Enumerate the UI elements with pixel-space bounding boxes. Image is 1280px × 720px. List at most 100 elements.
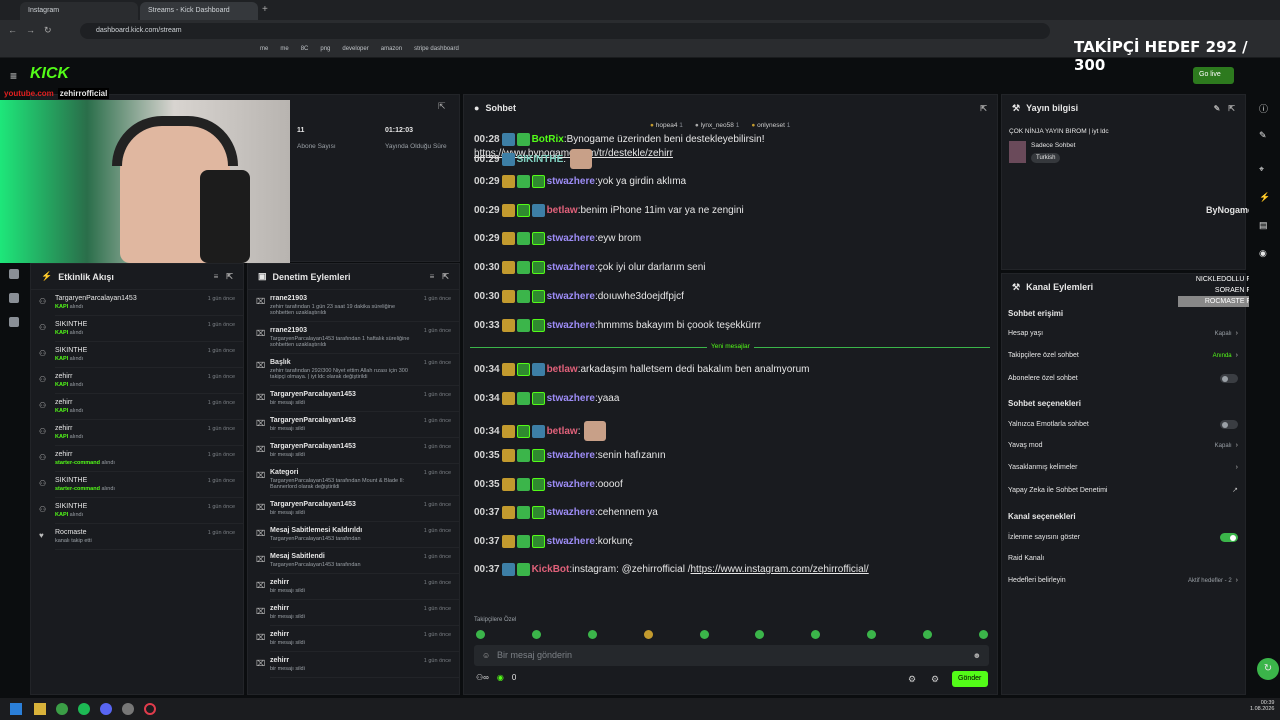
opera-icon[interactable] bbox=[144, 703, 156, 715]
message-user[interactable]: BotRix bbox=[532, 134, 564, 145]
message-user[interactable]: stwazhere bbox=[547, 291, 595, 302]
setting-control[interactable]: Anında › bbox=[1213, 352, 1238, 359]
discord-icon[interactable] bbox=[100, 703, 112, 715]
setting-control[interactable] bbox=[1220, 533, 1238, 542]
bookmark[interactable]: stripe dashboard bbox=[414, 46, 459, 52]
message-user[interactable]: KickBot bbox=[532, 564, 570, 575]
obs-icon[interactable] bbox=[122, 703, 134, 715]
pinned-user[interactable]: ● onlyneset 1 bbox=[751, 122, 790, 129]
users-icon[interactable] bbox=[9, 290, 19, 308]
pinned-user[interactable]: ● lynx_neo58 1 bbox=[695, 122, 739, 129]
emote-icon[interactable] bbox=[923, 630, 932, 639]
setting-control[interactable]: › bbox=[1232, 464, 1238, 471]
popout-icon[interactable]: ⇱ bbox=[980, 104, 987, 113]
emote-icon[interactable] bbox=[587, 630, 597, 639]
bookmark[interactable]: 8C bbox=[301, 46, 309, 52]
smile-icon[interactable]: ☺ bbox=[482, 651, 490, 660]
setting-control[interactable]: Kapalı › bbox=[1215, 330, 1238, 337]
message-user[interactable]: stwazhere bbox=[547, 262, 595, 273]
edit-icon[interactable]: ✎ bbox=[1214, 104, 1221, 113]
setting-row[interactable]: Yapay Zeka ile Sohbet Denetimi ↗ bbox=[1008, 486, 1238, 495]
message-user[interactable]: stwazhere bbox=[547, 507, 595, 518]
emote-icon[interactable] bbox=[531, 630, 541, 639]
message-user[interactable]: SIKINTHE bbox=[517, 154, 564, 165]
message-user[interactable]: stwazhere bbox=[547, 450, 595, 461]
lightning-icon[interactable]: ⚡ bbox=[1259, 192, 1270, 203]
filter-icon[interactable]: ≡ bbox=[214, 272, 219, 281]
setting-row[interactable]: Yavaş mod Kapalı › bbox=[1008, 442, 1238, 449]
message-user[interactable]: stwazhere bbox=[547, 233, 595, 244]
message-user[interactable]: stwazhere bbox=[547, 320, 595, 331]
filter-icon[interactable]: ≡ bbox=[430, 272, 435, 281]
setting-row[interactable]: Yasaklanmış kelimeler › bbox=[1008, 464, 1238, 471]
url-input[interactable]: dashboard.kick.com/stream bbox=[80, 23, 1050, 39]
message-user[interactable]: betlaw bbox=[547, 205, 578, 216]
expand-icon[interactable]: ⇱ bbox=[1228, 104, 1235, 113]
message-user[interactable]: stwazhere bbox=[547, 479, 595, 490]
emote-icon[interactable] bbox=[978, 630, 988, 639]
setting-row[interactable]: Takipçilere özel sohbet Anında › bbox=[1008, 352, 1238, 359]
message-user[interactable]: stwazhere bbox=[547, 536, 595, 547]
document-icon[interactable]: ▤ bbox=[1259, 220, 1268, 231]
toggle-switch[interactable] bbox=[1220, 374, 1238, 383]
expand-icon[interactable]: ⇱ bbox=[442, 272, 449, 281]
emote-icon[interactable] bbox=[811, 630, 821, 639]
points-icon[interactable]: ◉ bbox=[497, 673, 504, 682]
emote-icon[interactable] bbox=[867, 630, 877, 639]
setting-row[interactable]: Hesap yaşı Kapalı › bbox=[1008, 330, 1238, 337]
message-user[interactable]: stwazhere bbox=[547, 176, 595, 187]
mod-settings-icon[interactable]: ⚙ bbox=[931, 674, 939, 685]
emote-icon[interactable] bbox=[643, 630, 653, 639]
chat-input[interactable]: Bir mesaj gönderin bbox=[497, 650, 572, 660]
bookmark[interactable]: me bbox=[260, 46, 268, 52]
bookmark[interactable]: developer bbox=[342, 46, 368, 52]
settings-icon[interactable]: ⚙ bbox=[908, 674, 916, 685]
kick-logo[interactable]: KICK bbox=[30, 65, 69, 83]
viewers-icon[interactable]: ⚇∞ bbox=[476, 673, 489, 682]
forward-icon[interactable]: → bbox=[26, 25, 35, 35]
setting-row[interactable]: Hedefleri belirleyin Aktif hedefler - 2 › bbox=[1008, 577, 1238, 584]
setting-control[interactable] bbox=[1220, 420, 1238, 429]
setting-control[interactable]: ↗ bbox=[1228, 486, 1238, 494]
wrench-icon[interactable] bbox=[9, 266, 19, 284]
emote-icon[interactable] bbox=[755, 630, 765, 639]
emoji-picker-icon[interactable]: ☻ bbox=[973, 651, 981, 660]
emote-icon[interactable] bbox=[699, 630, 709, 639]
new-tab-icon[interactable]: + bbox=[262, 4, 268, 15]
tab-instagram[interactable]: Instagram bbox=[20, 2, 138, 20]
reload-icon[interactable]: ↻ bbox=[44, 25, 52, 36]
setting-row[interactable]: Raid Kanalı bbox=[1008, 555, 1238, 562]
bookmark[interactable]: amazon bbox=[381, 46, 402, 52]
wrench-icon[interactable]: ✎ bbox=[1259, 130, 1267, 141]
message-user[interactable]: stwazhere bbox=[547, 393, 595, 404]
tab-kick-dashboard[interactable]: Streams - Kick Dashboard bbox=[140, 2, 258, 20]
setting-control[interactable]: Aktif hedefler - 2 › bbox=[1188, 577, 1238, 584]
setting-control[interactable]: Kapalı › bbox=[1215, 442, 1238, 449]
back-icon[interactable]: ← bbox=[8, 25, 17, 35]
expand-icon[interactable]: ⇱ bbox=[226, 272, 233, 281]
setting-control[interactable] bbox=[1220, 374, 1238, 383]
expand-icon[interactable]: ⇱ bbox=[438, 101, 446, 112]
setting-row[interactable]: Yalnızca Emotlarla sohbet bbox=[1008, 420, 1238, 429]
chrome-icon[interactable] bbox=[56, 703, 68, 715]
info-icon[interactable]: ⓘ bbox=[1259, 102, 1268, 115]
bookmark[interactable]: me bbox=[280, 46, 288, 52]
message-link[interactable]: https://www.instagram.com/zehirrofficial… bbox=[691, 564, 869, 575]
chart-icon[interactable] bbox=[9, 314, 19, 332]
menu-icon[interactable]: ≡ bbox=[10, 69, 17, 83]
help-fab[interactable]: ↻ bbox=[1257, 658, 1279, 680]
folder-icon[interactable] bbox=[34, 703, 46, 715]
chat-input-box[interactable]: ☺ Bir mesaj gönderin ☻ bbox=[474, 645, 989, 666]
chat-icon[interactable]: ◉ bbox=[1259, 248, 1267, 259]
message-user[interactable]: betlaw bbox=[547, 426, 578, 437]
pinned-user[interactable]: ● hopea4 1 bbox=[650, 122, 683, 129]
spotify-icon[interactable] bbox=[78, 703, 90, 715]
toggle-switch[interactable] bbox=[1220, 420, 1238, 429]
toggle-switch[interactable] bbox=[1220, 533, 1238, 542]
setting-row[interactable]: İzlenme sayısını göster bbox=[1008, 533, 1238, 542]
crosshair-icon[interactable]: ⌖ bbox=[1259, 164, 1264, 175]
bookmark[interactable]: png bbox=[320, 46, 330, 52]
send-button[interactable]: Gönder bbox=[952, 671, 988, 687]
emote-icon[interactable] bbox=[476, 630, 485, 639]
start-icon[interactable] bbox=[10, 703, 22, 715]
